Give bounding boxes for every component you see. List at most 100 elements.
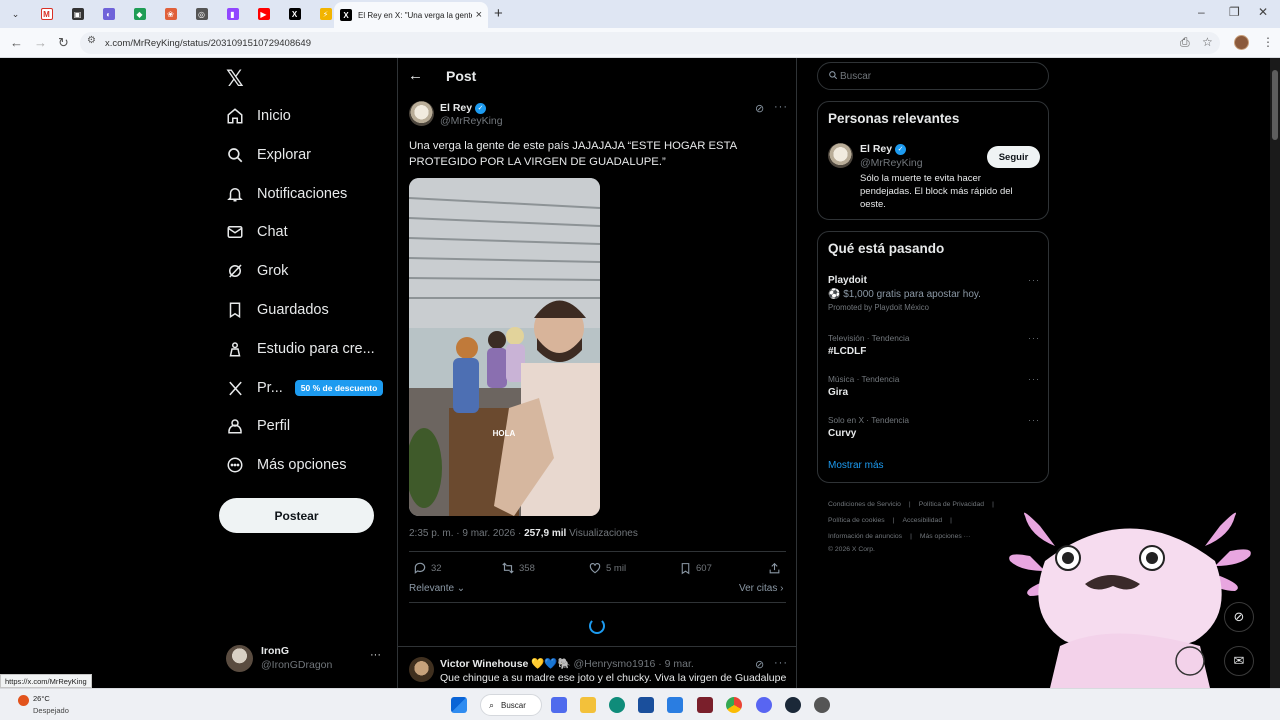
mail-app-icon[interactable]: [667, 697, 683, 713]
relevant-name[interactable]: El Rey ✓: [860, 143, 907, 155]
trend-item[interactable]: Música · Tendencia Gira ···: [828, 374, 1040, 398]
page-scrollbar[interactable]: [1270, 58, 1280, 688]
sidebar-item-mas-opciones[interactable]: Más opciones: [224, 452, 346, 478]
share-button[interactable]: [766, 560, 785, 576]
relevant-handle[interactable]: @MrReyKing: [860, 157, 923, 169]
sidebar-item-estudio[interactable]: Estudio para cre...: [224, 336, 375, 362]
sidebar-item-inicio[interactable]: Inicio: [224, 103, 291, 129]
x-logo[interactable]: 𝕏: [226, 66, 244, 92]
reply-sort-dropdown[interactable]: Relevante ⌄: [409, 583, 465, 594]
store-icon[interactable]: [638, 697, 654, 713]
view-quotes-link[interactable]: Ver citas ›: [739, 583, 783, 594]
trend-item[interactable]: Solo en X · Tendencia Curvy ···: [828, 415, 1040, 439]
back-arrow-icon[interactable]: ←: [408, 67, 423, 84]
close-window-icon[interactable]: ✕: [1258, 5, 1268, 19]
tweet-video[interactable]: HOLA: [409, 178, 600, 516]
footer-link-cookies[interactable]: Política de cookies: [828, 517, 885, 524]
gmail-tab[interactable]: M: [31, 0, 62, 28]
verified-badge-icon: ✓: [895, 143, 907, 155]
active-tab[interactable]: X El Rey en X: "Una verga la gente ×: [334, 2, 488, 28]
chrome-menu-icon[interactable]: ⋮: [1262, 35, 1274, 49]
pinned-tab-2[interactable]: ▣: [62, 0, 93, 28]
youtube-tab[interactable]: ▶: [248, 0, 279, 28]
reply-grok-icon[interactable]: ⊘: [755, 658, 764, 671]
trend-item[interactable]: Televisión · Tendencia #LCDLF ···: [828, 333, 1040, 357]
widgets-icon[interactable]: [551, 697, 567, 713]
repost-button[interactable]: 358: [500, 560, 535, 576]
pinned-tab-5[interactable]: ❀: [155, 0, 186, 28]
footer-link-terms[interactable]: Condiciones de Servicio: [828, 501, 901, 508]
steam-icon[interactable]: [785, 697, 801, 713]
bookmark-star-icon[interactable]: ☆: [1202, 35, 1213, 49]
taskbar-search[interactable]: ⌕ Buscar: [480, 694, 542, 716]
chat-floating-icon[interactable]: ✉: [1224, 646, 1254, 676]
file-explorer-icon[interactable]: [580, 697, 596, 713]
close-tab-icon[interactable]: ×: [476, 9, 482, 21]
reply-author-avatar[interactable]: [409, 657, 434, 682]
obs-icon[interactable]: [814, 697, 830, 713]
site-info-icon[interactable]: ⚙: [87, 35, 96, 46]
sidebar-item-guardados[interactable]: Guardados: [224, 297, 329, 323]
new-tab-icon[interactable]: +: [494, 5, 503, 22]
bookmark-button[interactable]: 607: [677, 560, 712, 576]
search-input[interactable]: Buscar: [817, 62, 1049, 90]
tab-list-button[interactable]: ⌄: [0, 0, 31, 28]
app-icon[interactable]: [697, 697, 713, 713]
trend-promo[interactable]: Playdoit ⚽ $1,000 gratis para apostar ho…: [828, 275, 1040, 312]
chrome-icon[interactable]: [726, 697, 742, 713]
windows-start-icon[interactable]: [451, 697, 467, 713]
show-more-link[interactable]: Mostrar más: [828, 460, 884, 471]
footer-link-accessibility[interactable]: Accesibilidad: [902, 517, 942, 524]
bookmark-icon: [677, 560, 693, 576]
tweet-author-name[interactable]: El Rey ✓: [440, 102, 487, 114]
more-icon[interactable]: ···: [1028, 275, 1040, 285]
account-more-icon[interactable]: ···: [370, 649, 381, 661]
promo-sub: ⚽ $1,000 gratis para apostar hoy.: [828, 289, 981, 300]
sidebar-item-grok[interactable]: Grok: [224, 258, 288, 284]
reply-button[interactable]: 32: [412, 560, 442, 576]
chrome-profile-avatar[interactable]: [1234, 35, 1249, 50]
grok-explain-icon[interactable]: ⊘: [755, 102, 764, 115]
tweet-author-avatar[interactable]: [409, 101, 434, 126]
relevant-avatar[interactable]: [828, 143, 853, 168]
back-arrow-icon[interactable]: ←: [10, 35, 23, 50]
reply-more-icon[interactable]: ···: [774, 657, 788, 669]
restore-icon[interactable]: ❐: [1229, 5, 1240, 19]
more-icon[interactable]: ···: [1028, 415, 1040, 425]
like-button[interactable]: 5 mil: [587, 560, 626, 576]
forward-arrow-icon[interactable]: →: [34, 35, 47, 50]
footer-link-more[interactable]: Más opciones ···: [920, 533, 971, 540]
trend-category: Televisión · Tendencia: [828, 333, 910, 343]
pinned-tab-4[interactable]: ◆: [124, 0, 155, 28]
footer-link-ads[interactable]: Información de anuncios: [828, 533, 902, 540]
tweet-timestamp[interactable]: 2:35 p. m. · 9 mar. 2026 ·: [409, 528, 524, 539]
sidebar-item-premium[interactable]: Pr... 50 % de descuento: [224, 375, 384, 401]
grok-floating-icon[interactable]: ⊘: [1224, 602, 1254, 632]
x-tab[interactable]: X: [279, 0, 310, 28]
twitch-tab[interactable]: ▮: [217, 0, 248, 28]
edge-icon[interactable]: [609, 697, 625, 713]
discord-icon[interactable]: [756, 697, 772, 713]
follow-button[interactable]: Seguir: [987, 146, 1040, 168]
sidebar-item-perfil[interactable]: Perfil: [224, 413, 290, 439]
reload-icon[interactable]: ↻: [58, 35, 69, 51]
sidebar-item-chat[interactable]: Chat: [224, 219, 288, 245]
tweet-more-icon[interactable]: ···: [774, 101, 788, 113]
tweet-author-handle[interactable]: @MrReyKing: [440, 115, 503, 127]
more-icon[interactable]: ···: [1028, 374, 1040, 384]
pinned-tab-3[interactable]: ◐: [93, 0, 124, 28]
reply-author[interactable]: Victor Winehouse 💛💙🐘 @Henrysmo1916 · 9 m…: [440, 657, 694, 670]
post-button[interactable]: Postear: [219, 498, 374, 533]
more-icon[interactable]: ···: [1028, 333, 1040, 343]
sidebar-item-notificaciones[interactable]: Notificaciones: [224, 181, 347, 207]
install-app-icon[interactable]: ⎙: [1180, 35, 1190, 50]
grok-icon: [224, 260, 246, 282]
url-field[interactable]: x.com/MrReyKing/status/20310915107294086…: [80, 32, 1220, 54]
sidebar-item-explorar[interactable]: Explorar: [224, 142, 311, 168]
account-switcher[interactable]: IronG @IronGDragon ···: [226, 644, 386, 674]
scrollbar-thumb[interactable]: [1272, 70, 1278, 140]
pinned-tab-6[interactable]: ◎: [186, 0, 217, 28]
minimize-icon[interactable]: –: [1198, 5, 1205, 19]
footer-link-privacy[interactable]: Política de Privacidad: [919, 501, 984, 508]
trend-name: #LCDLF: [828, 346, 867, 357]
